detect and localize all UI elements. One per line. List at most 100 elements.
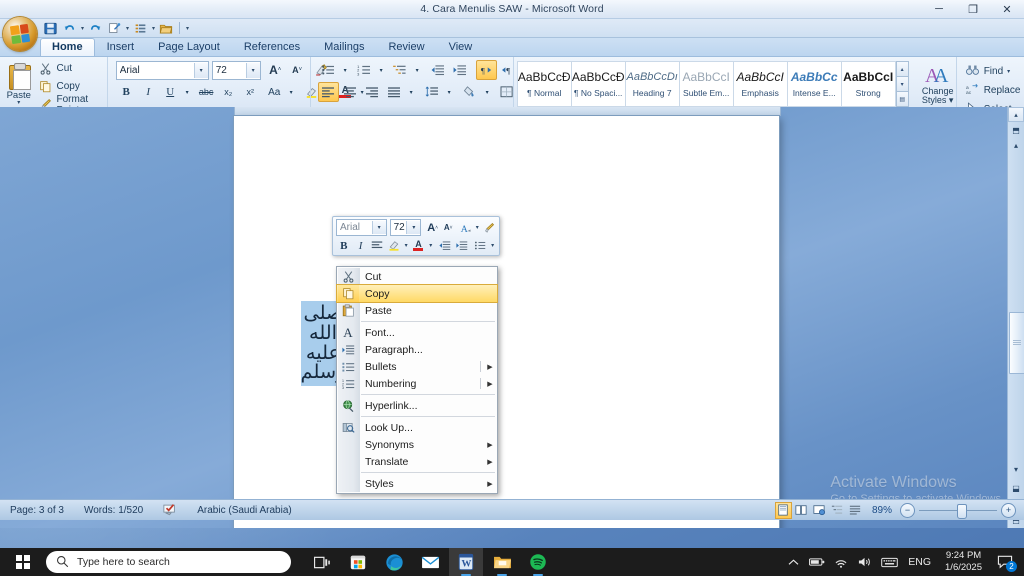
mini-font-size-dropdown-icon[interactable]: ▾ [406,221,421,234]
superscript-button[interactable]: x² [240,82,261,102]
tab-home[interactable]: Home [40,38,95,56]
font-size-dropdown-icon[interactable]: ▾ [245,62,260,78]
tab-insert[interactable]: Insert [95,38,147,56]
mini-highlight-dropdown-icon[interactable]: ▾ [403,238,410,254]
zoom-out-button[interactable]: − [900,502,915,518]
network-icon[interactable] [830,548,852,576]
multilevel-list-button[interactable] [390,60,411,80]
context-menu-item-paragraph[interactable]: Paragraph... [337,341,497,358]
italic-button[interactable]: I [138,82,159,102]
style-emphasis[interactable]: AaBbCcI Emphasis [732,61,788,107]
print-layout-view-button[interactable] [774,501,792,519]
microsoft-store-icon[interactable] [341,548,375,576]
underline-button[interactable]: U [160,82,181,102]
undo-dropdown-icon[interactable]: ▾ [81,25,84,32]
scroll-up-button[interactable]: ▴ [1008,107,1024,122]
context-menu-item-paste[interactable]: Paste [337,302,497,319]
mail-icon[interactable] [413,548,447,576]
list-icon[interactable] [132,21,148,36]
page-indicator[interactable]: Page: 3 of 3 [0,500,74,520]
mini-format-painter-button[interactable] [481,219,496,237]
bullets-dropdown-icon[interactable]: ▾ [340,60,351,80]
search-box[interactable]: Type here to search [46,551,291,573]
styles-scroll-down-button[interactable]: ▾ [895,76,909,92]
styles-scroll-up-button[interactable]: ▴ [895,61,909,77]
decrease-indent-button[interactable] [428,60,449,80]
copy-button[interactable]: Copy [36,78,103,95]
volume-icon[interactable] [854,548,876,576]
clock[interactable]: 9:24 PM 1/6/2025 [939,548,988,576]
change-case-dropdown-icon[interactable]: ▾ [286,82,297,102]
zoom-slider[interactable]: − + [900,502,1024,519]
multilevel-dropdown-icon[interactable]: ▾ [412,60,423,80]
context-menu-item-look-up[interactable]: Look Up... [337,419,497,436]
word-count[interactable]: Words: 1/520 [74,500,153,520]
cut-button[interactable]: Cut [36,60,103,77]
zoom-track[interactable] [919,503,997,519]
font-name-combo[interactable]: Arial ▾ [115,60,209,80]
full-screen-reading-view-button[interactable] [793,502,810,519]
mini-grow-font-button[interactable]: A ˄ [425,219,440,237]
shrink-font-button[interactable]: A ˅ [287,60,308,80]
mini-highlight-button[interactable] [386,237,402,255]
context-menu-item-translate[interactable]: Translate ▶ [337,453,497,470]
draft-view-button[interactable] [847,502,864,519]
close-button[interactable]: ✕ [990,0,1024,18]
scroll-collapse-icon[interactable]: ▴ [1009,138,1023,152]
keyboard-icon[interactable] [878,548,900,576]
file-explorer-icon[interactable] [485,548,519,576]
mini-font-color-button[interactable]: A [411,237,427,255]
tab-view[interactable]: View [437,38,485,56]
mini-font-color-dropdown-icon[interactable]: ▾ [427,238,434,254]
underline-dropdown-icon[interactable]: ▾ [182,82,193,102]
outline-view-button[interactable] [829,502,846,519]
numbering-dropdown-icon[interactable]: ▾ [376,60,387,80]
justify-button[interactable] [384,82,405,102]
increase-indent-button[interactable] [450,60,471,80]
mini-font-name-combo[interactable]: Arial ▾ [336,219,387,236]
style-normal[interactable]: AaBbCcĐ ¶ Normal [516,61,572,107]
rtl-text-direction-button[interactable]: ¶ [475,60,497,80]
mini-italic-button[interactable]: I [353,237,369,255]
undo-icon[interactable] [61,21,77,36]
microsoft-word-icon[interactable]: W [449,548,483,576]
spotify-icon[interactable] [521,548,555,576]
mini-shrink-font-button[interactable]: A ˅ [441,219,456,237]
styles-more-button[interactable]: ▤ [895,91,909,107]
context-menu-item-hyperlink[interactable]: Hyperlink... [337,397,497,414]
paste-button[interactable]: Paste ▾ [3,60,34,114]
zoom-in-button[interactable]: + [1001,502,1016,518]
previous-page-icon[interactable]: ⬓ [1009,481,1023,495]
line-spacing-button[interactable] [422,82,443,102]
mini-align-button[interactable] [369,237,385,255]
find-button[interactable]: Find ▾ [963,62,1016,80]
style-heading-7[interactable]: AaBbCcDı Heading 7 [624,61,680,107]
start-button[interactable] [0,548,46,576]
style-subtle-emphasis[interactable]: AaBbCcI Subtle Em... [678,61,734,107]
context-menu-item-synonyms[interactable]: Synonyms ▶ [337,436,497,453]
language-indicator[interactable]: ENG [902,548,937,576]
scrollbar-thumb[interactable] [1009,312,1024,374]
align-right-button[interactable] [362,82,383,102]
open-icon[interactable] [158,21,174,36]
bold-button[interactable]: B [116,82,137,102]
bullets-button[interactable] [318,60,339,80]
task-view-button[interactable] [305,548,339,576]
context-menu-item-cut[interactable]: Cut [337,268,497,285]
context-menu-item-styles[interactable]: Styles ▶ [337,475,497,492]
zoom-thumb[interactable] [957,503,967,519]
shading-dropdown-icon[interactable]: ▾ [482,82,493,102]
mini-bullets-button[interactable] [473,237,489,255]
tab-review[interactable]: Review [376,38,436,56]
tab-page-layout[interactable]: Page Layout [146,38,232,56]
customize-qat-icon[interactable]: ▾ [186,25,189,32]
battery-icon[interactable] [806,548,828,576]
save-icon[interactable] [42,21,58,36]
font-name-dropdown-icon[interactable]: ▾ [193,62,208,78]
list-dropdown-icon[interactable]: ▾ [152,25,155,32]
replace-button[interactable]: a ac Replace [963,81,1024,99]
justify-dropdown-icon[interactable]: ▾ [406,82,417,102]
mini-bullets-dropdown-icon[interactable]: ▾ [489,238,496,254]
notifications-button[interactable]: 2 [990,548,1020,576]
show-hidden-icons-button[interactable] [782,548,804,576]
